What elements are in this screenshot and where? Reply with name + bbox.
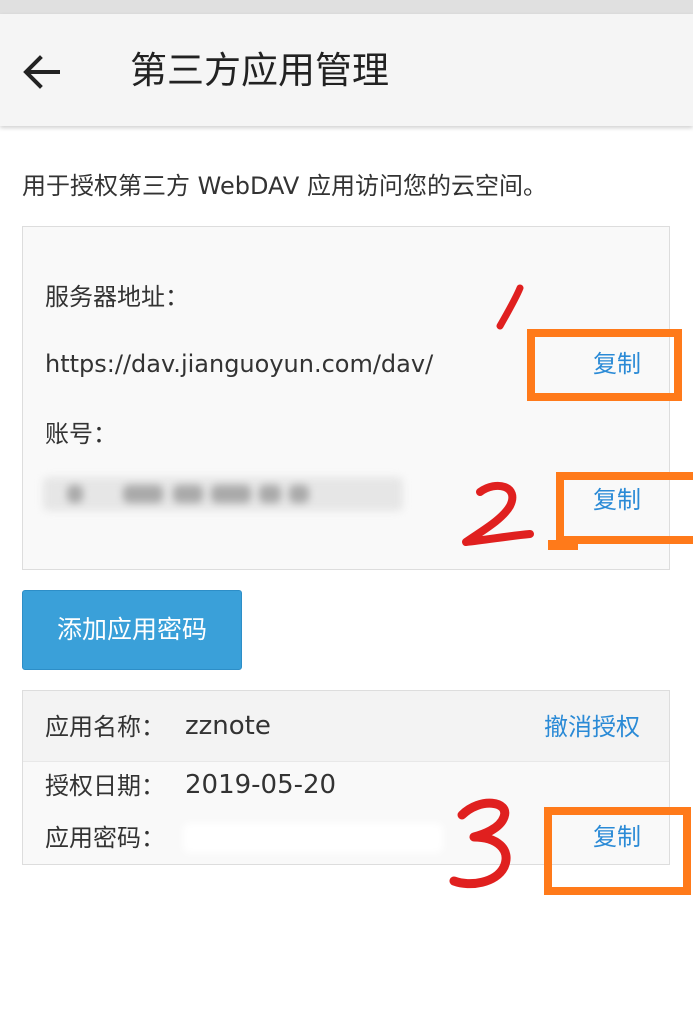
intro-text: 用于授权第三方 WebDAV 应用访问您的云空间。 [22, 172, 547, 200]
revoke-authorization-link[interactable]: 撤消授权 [544, 710, 640, 744]
highlight-box-1 [527, 329, 682, 401]
highlight-box-2 [556, 472, 693, 544]
app-password-redacted [183, 823, 443, 853]
status-bar [0, 0, 693, 14]
annotation-number-2 [462, 481, 534, 546]
back-button[interactable] [18, 48, 66, 96]
add-app-password-button[interactable]: 添加应用密码 [22, 590, 242, 670]
app-password-label: 应用密码： [45, 824, 165, 852]
app-name-label: 应用名称： [45, 713, 165, 741]
server-address-label: 服务器地址： [45, 283, 189, 311]
app-name-value: zznote [185, 711, 271, 741]
account-label: 账号： [45, 420, 117, 448]
highlight-box-2-tail [548, 540, 578, 550]
annotation-number-1 [496, 284, 524, 330]
highlight-box-3 [544, 807, 691, 895]
page-title: 第三方应用管理 [130, 49, 389, 92]
annotation-number-3 [449, 798, 511, 889]
auth-date-label: 授权日期： [45, 772, 165, 800]
arrow-left-icon [23, 55, 60, 89]
app-bar: 第三方应用管理 [0, 14, 693, 126]
auth-date-value: 2019-05-20 [185, 770, 337, 800]
server-url: https://dav.jianguoyun.com/dav/ [45, 350, 434, 378]
